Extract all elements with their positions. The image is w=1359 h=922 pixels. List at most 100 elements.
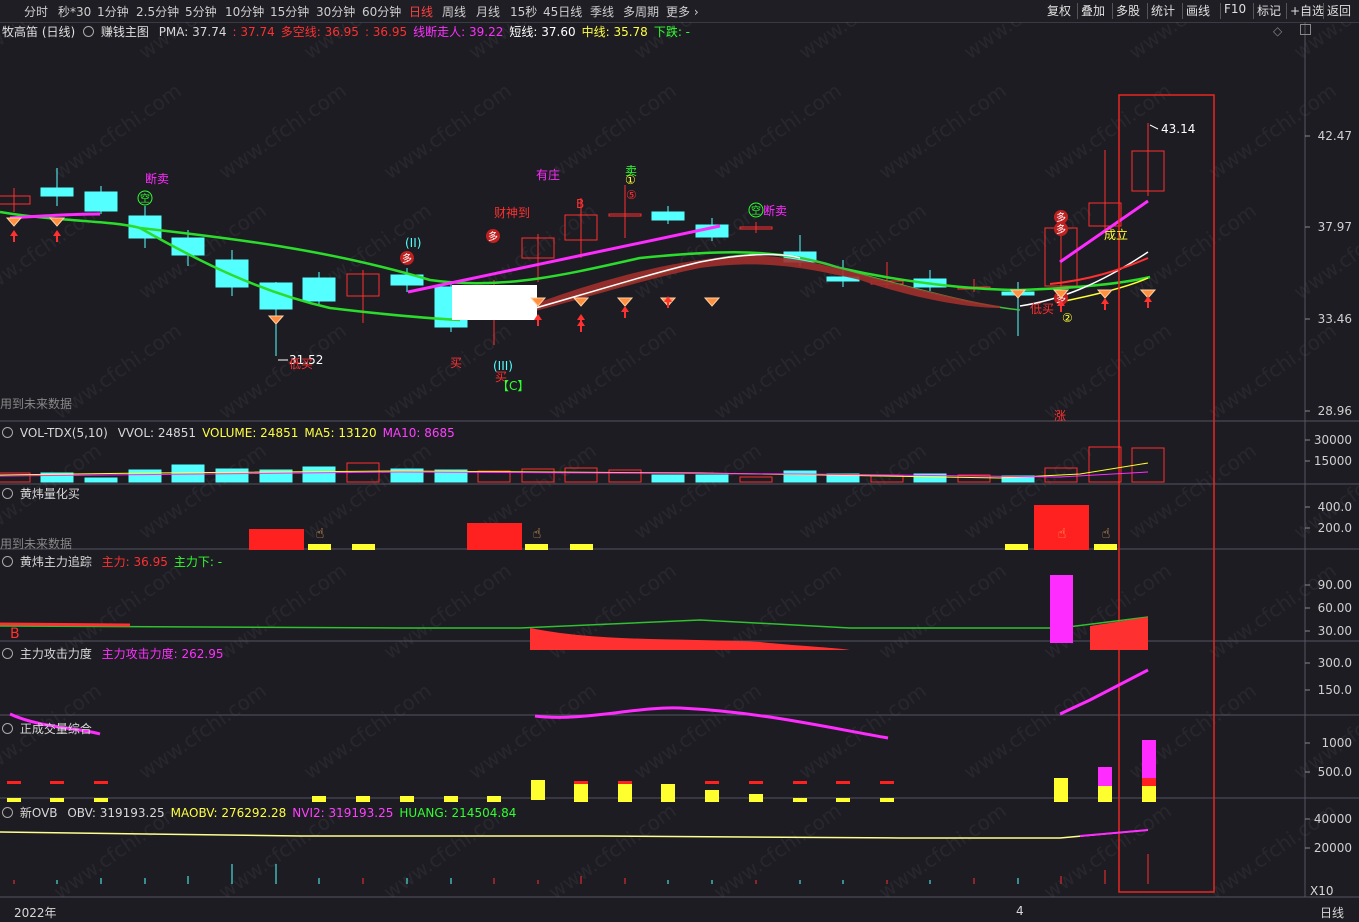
vol-panel-name[interactable]: VOL-TDX(5,10) [20,426,108,440]
obv-panel-name[interactable]: 新OVB [20,806,58,820]
main-y-tick-label: 42.47 [1318,129,1352,143]
watermark: www.cfchi.com [709,78,846,184]
toggle-icon[interactable] [2,723,13,734]
vol-legend-items: VVOL: 24851 VOLUME: 24851 MA5: 13120 MA10: … [112,426,455,440]
diamond-marker [1096,289,1114,299]
volume-bar [302,466,336,483]
quant-bar-red [467,523,522,550]
legend-item-4: 线断走人: 39.22 [413,25,504,39]
toolbar-button-0[interactable]: 复权 [1047,2,1071,19]
period-tab-5[interactable]: 10分钟 [225,3,264,20]
toolbar-separator [1286,3,1287,19]
watermark: www.cfchi.com [1124,22,1261,64]
track-legend-items: 主力: 36.95 主力下: - [96,555,222,569]
period-tab-10[interactable]: 周线 [442,3,466,20]
chart-area[interactable]: www.cfchi.com www.cfchi.com www.cfchi.com w… [0,22,1359,922]
period-tab-14[interactable]: 季线 [590,3,614,20]
anno-circle-5: ⑤ [626,188,637,202]
period-tab-1[interactable]: 秒*30 [58,3,91,20]
anno-dimai-2: 低买 [289,357,313,371]
white-box [452,285,537,320]
red-cloud-band [500,255,1000,320]
anno-circle-2: ② [1062,311,1073,325]
main-y-tick-label: 37.97 [1318,220,1352,234]
zc-bar-yellow [836,798,850,802]
toggle-icon[interactable] [2,556,13,567]
watermark: www.cfchi.com [464,678,601,784]
period-tab-12[interactable]: 15秒 [510,3,537,20]
legend-item-0: 主力攻击力度: 262.95 [101,647,224,661]
toggle-icon[interactable] [2,648,13,659]
period-tab-9[interactable]: 日线 [409,3,433,20]
toolbar-button-3[interactable]: 统计 [1151,2,1175,19]
legend-item-5: 短线: 37.60 [509,25,576,39]
watermark: www.cfchi.com [959,22,1096,64]
attack-panel-name[interactable]: 主力攻击力度 [20,647,92,661]
toolbar-button-6[interactable]: 标记 [1257,2,1281,19]
quant-bar-red [249,529,304,550]
track-y-tick-label: 60.00 [1318,601,1352,615]
period-tab-2[interactable]: 1分钟 [97,3,129,20]
zc-panel-name[interactable]: 正成交量综合 [20,722,92,736]
candle-body [171,237,205,256]
quant-bar-yellow [308,544,331,550]
hand-icon: ☝ [533,526,542,542]
period-tab-15[interactable]: 多周期 [623,3,659,20]
period-tab-11[interactable]: 月线 [476,3,500,20]
volume-bar [128,469,162,483]
diamond-icon[interactable]: ◇ [1273,24,1282,38]
period-tab-13[interactable]: 45日线 [543,3,582,20]
watermark: www.cfchi.com [709,798,846,904]
zc-bar-yellow [705,790,719,802]
stock-name[interactable]: 牧高笛 (日线) [2,25,75,39]
watermark: www.cfchi.com [299,678,436,784]
toggle-icon[interactable] [83,26,95,37]
period-tab-4[interactable]: 5分钟 [185,3,217,20]
anno-wave-3: (III) [493,359,513,373]
watermark: www.cfchi.com [379,78,516,184]
candle-body [215,259,249,288]
volume-bar [215,468,249,483]
legend-item-1: : 37.74 [232,25,275,39]
period-tab-8[interactable]: 60分钟 [362,3,401,20]
toolbar-button-4[interactable]: 画线 [1186,2,1210,19]
attack-legend-items: 主力攻击力度: 262.95 [96,647,224,661]
period-tab-6[interactable]: 15分钟 [270,3,309,20]
obv-legend-items: OBV: 319193.25 MAOBV: 276292.28 NVI2: 3191… [61,806,516,820]
anno-sell-3: 断卖 [763,203,787,218]
period-tab-3[interactable]: 2.5分钟 [136,3,179,20]
watermark: www.cfchi.com [544,318,681,424]
toggle-icon[interactable] [2,427,13,438]
toolbar-button-5[interactable]: F10 [1224,2,1246,16]
toolbar-separator [1220,3,1221,19]
toggle-icon[interactable] [2,488,13,499]
x10-label: X10 [1310,884,1334,898]
quant-panel-name[interactable]: 黄炜量化买 [20,487,80,501]
track-panel-name[interactable]: 黄炜主力追踪 [20,555,92,569]
anno-wave-2: (II) [405,236,421,250]
diamond-marker [572,297,590,307]
toolbar-button-7[interactable]: +自选 [1290,2,1324,19]
chart-canvas[interactable]: www.cfchi.com www.cfchi.com www.cfchi.com w… [0,22,1359,922]
settings-box-icon[interactable] [1300,24,1312,35]
period-tab-0[interactable]: 分时 [24,3,48,20]
legend-item-0: OBV: 319193.25 [67,806,165,820]
watermark: www.cfchi.com [379,558,516,664]
indicator-name[interactable]: 赚钱主图 [101,25,149,39]
anno-kong: 空 [751,204,761,217]
hand-icon: ☝ [316,526,325,542]
toolbar-button-2[interactable]: 多股 [1116,2,1140,19]
zc-bar-yellow [618,784,632,802]
watermark: www.cfchi.com [544,78,681,184]
candle-body [0,195,31,205]
period-tab-16[interactable]: 更多 › [666,3,699,20]
legend-item-2: MA5: 13120 [304,426,377,440]
legend-item-0: VVOL: 24851 [117,426,197,440]
period-tab-7[interactable]: 30分钟 [316,3,355,20]
toolbar-button-8[interactable]: 返回 [1327,2,1351,19]
toolbar-button-1[interactable]: 叠加 [1081,2,1105,19]
quant-bar-yellow [525,544,548,550]
toolbar-separator [1323,3,1324,19]
toggle-icon[interactable] [2,807,13,818]
quant-y-tick-label: 400.0 [1318,500,1352,514]
